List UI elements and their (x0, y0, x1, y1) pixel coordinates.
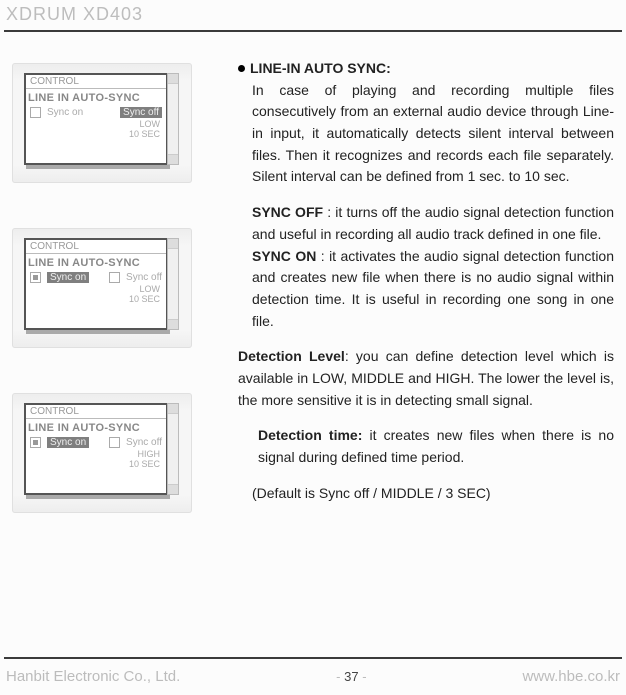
text-column: LINE-IN AUTO SYNC: In case of playing an… (212, 58, 614, 635)
figure-2-right-checkbox-icon (109, 272, 120, 283)
figure-3-scrollbar-icon (167, 403, 179, 495)
figure-1-left-checkbox-icon (30, 107, 41, 118)
page-body: CONTROL LINE IN AUTO-SYNC Sync on Sync o… (12, 58, 614, 635)
sync-off-label: SYNC OFF (252, 204, 323, 220)
section-line-in-auto-sync: LINE-IN AUTO SYNC: In case of playing an… (238, 58, 614, 188)
bottom-rule (4, 657, 622, 659)
figure-2-panel: CONTROL LINE IN AUTO-SYNC Sync on Sync o… (24, 238, 168, 330)
detection-time-paragraph: Detection time: it creates new files whe… (238, 425, 614, 468)
detection-time-label: Detection time: (258, 427, 362, 443)
figure-2: CONTROL LINE IN AUTO-SYNC Sync on Sync o… (12, 228, 192, 348)
figure-2-left-checkbox-icon (30, 272, 41, 283)
figure-2-right-label: Sync off (126, 272, 162, 283)
default-settings-line: (Default is Sync off / MIDDLE / 3 SEC) (238, 483, 614, 505)
figure-column: CONTROL LINE IN AUTO-SYNC Sync on Sync o… (12, 58, 212, 635)
footer-page-prefix: - (336, 669, 344, 684)
figure-2-left-highlight: Sync on (47, 272, 89, 283)
sync-off-paragraph: SYNC OFF : it turns off the audio signal… (238, 202, 614, 245)
figure-3-panel-title: CONTROL (26, 405, 166, 418)
figure-3-main-label: LINE IN AUTO-SYNC (26, 421, 166, 437)
figure-1: CONTROL LINE IN AUTO-SYNC Sync on Sync o… (12, 63, 192, 183)
figure-3-panel: CONTROL LINE IN AUTO-SYNC Sync on Sync o… (24, 403, 168, 495)
footer-page-suffix: - (359, 669, 367, 684)
figure-1-panel-title: CONTROL (26, 75, 166, 88)
figure-1-main-label: LINE IN AUTO-SYNC (26, 91, 166, 107)
footer-company: Hanbit Electronic Co., Ltd. (6, 668, 180, 685)
footer-url: www.hbe.co.kr (522, 668, 620, 685)
figure-2-bottom-line2: 10 SEC (26, 295, 160, 305)
figure-3-bottom-line2: 10 SEC (26, 460, 160, 470)
figure-1-right-highlight: Sync off (120, 107, 162, 118)
figure-1-left-label: Sync on (47, 107, 83, 118)
figure-3-left-highlight: Sync on (47, 437, 89, 448)
footer-page-number: - 37 - (336, 669, 366, 684)
section-title: LINE-IN AUTO SYNC: (250, 60, 391, 76)
figure-1-panel: CONTROL LINE IN AUTO-SYNC Sync on Sync o… (24, 73, 168, 165)
detection-level-label: Detection Level (238, 348, 345, 364)
sync-on-paragraph: SYNC ON : it activates the audio signal … (238, 246, 614, 333)
figure-3-right-checkbox-icon (109, 437, 120, 448)
figure-1-scrollbar-icon (167, 73, 179, 165)
product-name: XDRUM XD403 (6, 4, 143, 25)
footer-page-num-value: 37 (344, 669, 358, 684)
bullet-icon (238, 65, 245, 72)
section-lead-text: In case of playing and recording multipl… (238, 80, 614, 188)
figure-2-panel-title: CONTROL (26, 240, 166, 253)
figure-3: CONTROL LINE IN AUTO-SYNC Sync on Sync o… (12, 393, 192, 513)
figure-2-main-label: LINE IN AUTO-SYNC (26, 256, 166, 272)
page-footer: Hanbit Electronic Co., Ltd. - 37 - www.h… (6, 668, 620, 685)
detection-level-paragraph: Detection Level: you can define detectio… (238, 346, 614, 411)
figure-1-bottom-line2: 10 SEC (26, 130, 160, 140)
figure-3-left-checkbox-icon (30, 437, 41, 448)
sync-on-label: SYNC ON (252, 248, 316, 264)
top-rule (4, 30, 622, 32)
figure-2-scrollbar-icon (167, 238, 179, 330)
figure-3-right-label: Sync off (126, 437, 162, 448)
